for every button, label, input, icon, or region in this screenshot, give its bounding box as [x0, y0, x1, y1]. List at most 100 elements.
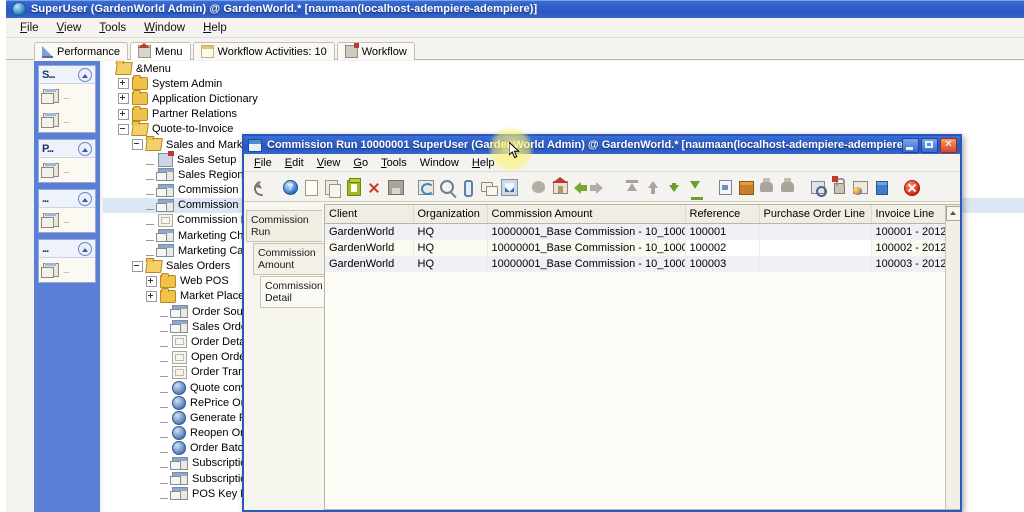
scroll-up-arrow-icon[interactable]	[946, 206, 960, 221]
rail-item-0-0[interactable]: ...	[39, 84, 95, 108]
menu-file[interactable]: File	[20, 22, 39, 34]
tab-menu[interactable]: Menu	[129, 42, 191, 60]
find-icon[interactable]	[436, 177, 455, 196]
cell-client[interactable]: GardenWorld	[325, 240, 414, 256]
table-row[interactable]: GardenWorld HQ 10000001_Base Commission - …	[325, 223, 960, 240]
print-icon[interactable]	[757, 177, 776, 196]
column-header-0[interactable]: Client	[325, 205, 414, 224]
dialog-menu-edit[interactable]: Edit	[285, 157, 304, 169]
new-record-icon[interactable]	[301, 177, 320, 196]
rail-item-2-0[interactable]: ...	[39, 208, 95, 232]
delete-selection-icon[interactable]	[364, 177, 383, 196]
table-row[interactable]: GardenWorld HQ 10000001_Base Commission - …	[325, 240, 960, 256]
minimize-button[interactable]	[902, 137, 919, 153]
tab-workflow[interactable]: Workflow	[336, 42, 415, 60]
record-info-icon[interactable]	[829, 176, 848, 196]
cell-commission_amount[interactable]: 10000001_Base Commission - 10_1000...	[487, 240, 686, 256]
help-icon[interactable]: ?	[280, 177, 299, 196]
dialog-menu-view[interactable]: View	[317, 157, 341, 169]
grid-vertical-scrollbar[interactable]	[945, 205, 960, 509]
undo-icon[interactable]	[250, 177, 272, 199]
vtab-commission-detail[interactable]: Commission Detail	[260, 276, 324, 308]
archive-icon[interactable]	[736, 177, 755, 196]
cell-reference[interactable]: 100003	[685, 256, 760, 272]
refresh-icon[interactable]	[415, 177, 434, 196]
rail-group-header-1[interactable]: P...	[39, 140, 95, 158]
dialog-menu-help[interactable]: Help	[472, 157, 495, 169]
expand-plus-icon[interactable]	[118, 108, 129, 120]
collapse-minus-icon[interactable]	[118, 123, 129, 135]
delete-icon[interactable]	[343, 177, 362, 196]
cell-commission_amount[interactable]: 10000001_Base Commission - 10_1000...	[487, 256, 686, 272]
print-preview-icon[interactable]	[778, 177, 797, 196]
dialog-menu-window[interactable]: Window	[420, 157, 459, 169]
rail-item-0-1[interactable]: ...	[39, 108, 95, 132]
cell-reference[interactable]: 100001	[685, 223, 760, 240]
tab-performance[interactable]: Performance	[34, 42, 128, 60]
column-header-1[interactable]: Organization	[413, 205, 488, 224]
collapse-minus-icon[interactable]	[132, 139, 143, 151]
rail-item-3-0[interactable]: ...	[39, 258, 95, 282]
cell-reference[interactable]: 100002	[685, 240, 760, 256]
export-icon[interactable]	[850, 177, 869, 196]
menu-help[interactable]: Help	[203, 22, 227, 34]
collapse-chevron-icon[interactable]	[78, 241, 92, 256]
collapse-minus-icon[interactable]	[132, 260, 143, 272]
tab-workflow-activities[interactable]: Workflow Activities: 10	[192, 42, 335, 60]
close-button[interactable]: ✕	[940, 137, 957, 153]
close-window-icon[interactable]	[901, 177, 920, 196]
expand-plus-icon[interactable]	[118, 93, 129, 105]
parent-record-icon[interactable]	[550, 177, 569, 196]
table-row[interactable]: GardenWorld HQ 10000001_Base Commission - …	[325, 256, 960, 272]
cell-purchase_order_line[interactable]	[759, 240, 872, 256]
previous-record-icon[interactable]	[571, 177, 590, 196]
rail-group-header-2[interactable]: ...	[39, 190, 95, 208]
cell-organization[interactable]: HQ	[413, 240, 488, 256]
expand-plus-icon[interactable]	[146, 275, 157, 287]
cell-purchase_order_line[interactable]	[759, 256, 872, 272]
cell-commission_amount[interactable]: 10000001_Base Commission - 10_1000...	[487, 223, 686, 240]
vtab-commission-run[interactable]: Commission Run	[246, 210, 322, 242]
rail-item-1-0[interactable]: ...	[39, 158, 95, 182]
expand-plus-icon[interactable]	[146, 290, 157, 302]
grid-toggle-icon[interactable]	[499, 177, 518, 196]
next-record-icon[interactable]	[590, 177, 611, 196]
collapse-chevron-icon[interactable]	[78, 191, 92, 206]
menu-view[interactable]: View	[57, 22, 82, 34]
rail-group-header-3[interactable]: ...	[39, 240, 95, 258]
maximize-button[interactable]	[921, 137, 938, 153]
product-info-icon[interactable]	[871, 177, 890, 196]
first-record-icon[interactable]	[622, 177, 641, 196]
next-record-down-icon[interactable]	[664, 177, 683, 196]
cell-organization[interactable]: HQ	[413, 256, 488, 272]
dialog-menu-tools[interactable]: Tools	[381, 157, 407, 169]
last-record-icon[interactable]	[685, 177, 704, 200]
menu-window[interactable]: Window	[144, 22, 185, 34]
rail-group-header-0[interactable]: S...	[39, 66, 95, 84]
dialog-menu-file[interactable]: File	[254, 157, 272, 169]
attachment-icon[interactable]	[457, 177, 476, 197]
tree-node[interactable]: Partner Relations	[100, 105, 1024, 122]
cell-client[interactable]: GardenWorld	[325, 223, 414, 240]
copy-record-icon[interactable]	[322, 177, 341, 198]
tree-node[interactable]: System Admin	[100, 75, 1024, 91]
dialog-menu-go[interactable]: Go	[353, 157, 368, 169]
commission-amount-grid[interactable]: Client Organization Commission Amount Refer…	[324, 204, 960, 510]
cell-purchase_order_line[interactable]	[759, 223, 872, 240]
cell-organization[interactable]: HQ	[413, 223, 488, 240]
chat-icon[interactable]	[478, 177, 498, 196]
prior-record-icon[interactable]	[643, 177, 662, 196]
collapse-chevron-icon[interactable]	[78, 67, 92, 82]
tree-node[interactable]: Application Dictionary	[100, 90, 1024, 106]
history-icon[interactable]	[529, 177, 548, 196]
column-header-4[interactable]: Purchase Order Line	[759, 205, 872, 224]
zoom-icon[interactable]	[808, 177, 827, 197]
vtab-commission-amount[interactable]: Commission Amount	[253, 243, 324, 275]
tree-node[interactable]: &Menu	[100, 61, 1024, 76]
report-icon[interactable]	[715, 177, 734, 196]
cell-client[interactable]: GardenWorld	[325, 256, 414, 272]
column-header-3[interactable]: Reference	[685, 205, 760, 224]
save-icon[interactable]	[385, 177, 404, 196]
menu-tools[interactable]: Tools	[99, 22, 126, 34]
expand-plus-icon[interactable]	[118, 78, 129, 90]
